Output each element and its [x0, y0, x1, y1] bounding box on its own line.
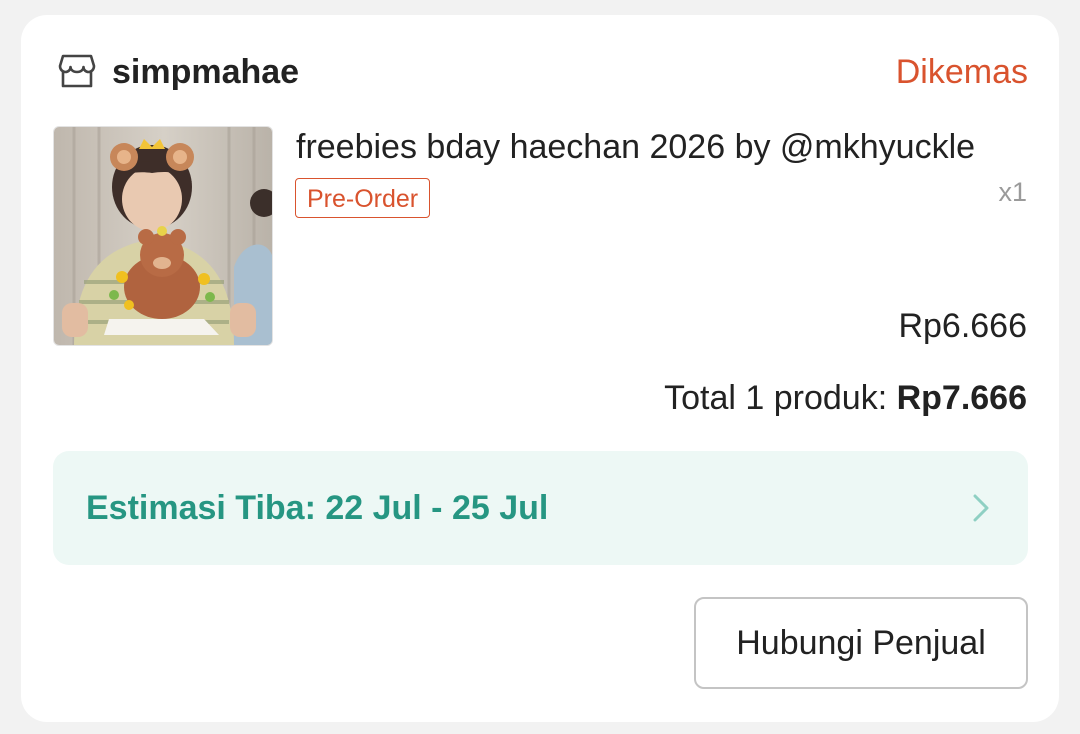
product-thumbnail[interactable]: [53, 126, 273, 346]
order-total-label: Total 1 produk:: [664, 379, 897, 417]
delivery-estimate-text: Estimasi Tiba: 22 Jul - 25 Jul: [86, 489, 549, 527]
order-card[interactable]: simpmahae Dikemas freebies bday haechan …: [21, 15, 1059, 722]
contact-seller-button[interactable]: Hubungi Penjual: [694, 597, 1028, 689]
shop-name[interactable]: simpmahae: [112, 51, 299, 93]
delivery-estimate-banner[interactable]: Estimasi Tiba: 22 Jul - 25 Jul: [53, 451, 1028, 565]
product-title[interactable]: freebies bday haechan 2026 by @mkhyuckle: [296, 125, 975, 169]
item-quantity: x1: [998, 177, 1027, 207]
store-icon: [58, 53, 96, 89]
item-price: Rp6.666: [898, 307, 1027, 345]
order-total-amount: Rp7.666: [896, 379, 1027, 417]
order-total: Total 1 produk: Rp7.666: [664, 377, 1027, 419]
order-status: Dikemas: [895, 53, 1028, 91]
pre-order-badge: Pre-Order: [295, 178, 431, 218]
shop-header[interactable]: simpmahae Dikemas: [58, 51, 1028, 93]
chevron-right-icon: [972, 493, 990, 523]
